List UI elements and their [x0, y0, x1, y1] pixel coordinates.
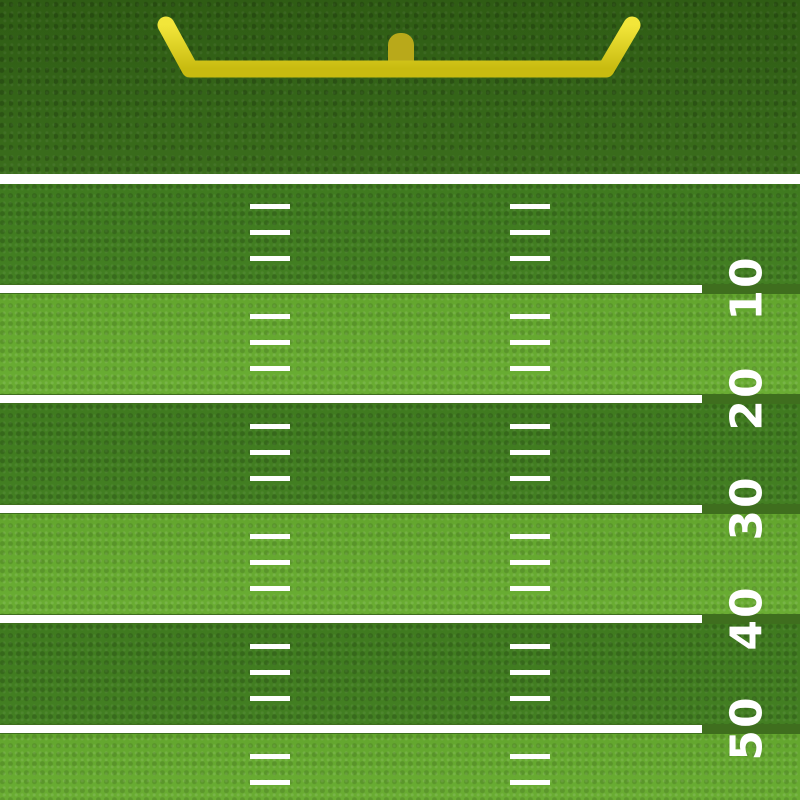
hash-mark — [250, 780, 290, 785]
hash-mark — [510, 340, 550, 345]
hash-mark — [250, 204, 290, 209]
hash-mark — [250, 366, 290, 371]
hash-mark — [250, 670, 290, 675]
field-stripe — [0, 404, 800, 504]
hash-mark — [250, 314, 290, 319]
hash-mark — [510, 450, 550, 455]
football-field: 10 20 30 40 50 — [0, 0, 800, 800]
hash-mark — [510, 696, 550, 701]
goal-line — [0, 174, 800, 184]
hash-mark — [510, 314, 550, 319]
hash-mark — [250, 230, 290, 235]
hash-mark — [250, 534, 290, 539]
field-stripe — [0, 294, 800, 394]
yard-line-40 — [0, 615, 702, 623]
hash-mark — [510, 754, 550, 759]
hash-mark — [510, 780, 550, 785]
field-stripe — [0, 184, 800, 284]
hash-mark — [510, 204, 550, 209]
hash-mark — [510, 586, 550, 591]
hash-mark — [510, 476, 550, 481]
field-stripe — [0, 624, 800, 724]
hash-mark — [510, 366, 550, 371]
yard-line-10 — [0, 285, 702, 293]
hash-mark — [510, 644, 550, 649]
yard-number-label: 30 — [721, 475, 773, 541]
hash-mark — [250, 256, 290, 261]
yard-number-40: 40 — [708, 578, 788, 658]
hash-mark — [510, 230, 550, 235]
hash-mark — [510, 560, 550, 565]
field-stripe — [0, 734, 800, 800]
goalpost — [157, 16, 641, 78]
field-stripe — [0, 514, 800, 614]
yard-number-50: 50 — [708, 688, 788, 768]
yard-number-label: 50 — [721, 695, 773, 761]
yard-number-10: 10 — [708, 248, 788, 328]
hash-mark — [250, 560, 290, 565]
yard-number-label: 40 — [721, 585, 773, 651]
yard-number-label: 20 — [721, 365, 773, 431]
hash-mark — [250, 586, 290, 591]
yard-number-label: 10 — [721, 255, 773, 321]
yard-line-20 — [0, 395, 702, 403]
yard-line-50 — [0, 725, 702, 733]
yard-line-30 — [0, 505, 702, 513]
yard-number-30: 30 — [708, 468, 788, 548]
hash-mark — [510, 256, 550, 261]
hash-mark — [250, 340, 290, 345]
hash-mark — [250, 754, 290, 759]
hash-mark — [250, 424, 290, 429]
hash-mark — [250, 644, 290, 649]
yard-number-20: 20 — [708, 358, 788, 438]
hash-mark — [250, 450, 290, 455]
hash-mark — [250, 476, 290, 481]
hash-mark — [510, 534, 550, 539]
hash-mark — [510, 670, 550, 675]
hash-mark — [510, 424, 550, 429]
hash-mark — [250, 696, 290, 701]
